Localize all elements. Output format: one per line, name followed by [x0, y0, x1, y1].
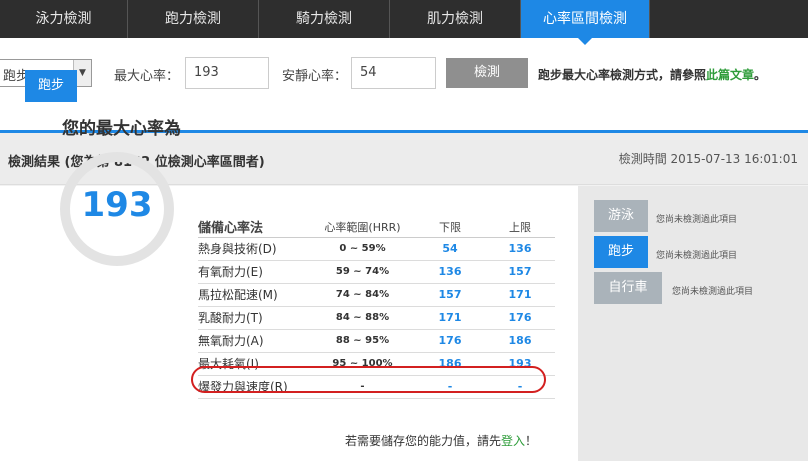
zone-low: 136 [415, 260, 485, 284]
zone-high: 157 [485, 260, 555, 284]
zone-low: 176 [415, 329, 485, 353]
zone-name: 馬拉松配速(M) [198, 283, 310, 307]
max-hr-input[interactable]: 193 [185, 57, 269, 89]
tab-swim-test[interactable]: 泳力檢測 [0, 0, 128, 38]
table-header-row: 儲備心率法 心率範圍(HRR) 下限 上限 [198, 217, 555, 238]
zone-name: 無氧耐力(A) [198, 329, 310, 353]
sport-status-bike: 您尚未檢測過此項目 [672, 287, 754, 297]
input-form: 跑步 ▼ 最大心率： 193 安靜心率： 54 檢測 跑步最大心率檢測方式，請參… [0, 57, 808, 89]
max-hr-value: 193 [81, 185, 153, 225]
tab-bar: 泳力檢測 跑力檢測 騎力檢測 肌力檢測 心率區間檢測 [0, 0, 808, 45]
method-note-end: 。 [754, 68, 767, 82]
sport-status-run: 您尚未檢測過此項目 [656, 251, 738, 261]
zone-high: 176 [485, 306, 555, 330]
login-note: 若需要儲存您的能力值，請先登入！ [345, 432, 537, 449]
article-link[interactable]: 此篇文章 [706, 68, 754, 82]
sport-status-swim: 您尚未檢測過此項目 [656, 215, 738, 225]
zone-name: 熱身與技術(D) [198, 237, 310, 261]
col-range: 心率範圍(HRR) [310, 217, 415, 238]
rest-hr-label: 安靜心率： [282, 69, 348, 84]
zone-low: 157 [415, 283, 485, 307]
table-row: 乳酸耐力(T) 84 ~ 88% 171 176 [198, 306, 555, 330]
zone-range: 84 ~ 88% [310, 306, 415, 330]
check-button[interactable]: 檢測 [446, 58, 528, 88]
table-row: 有氧耐力(E) 59 ~ 74% 136 157 [198, 260, 555, 284]
col-high: 上限 [485, 217, 555, 238]
zone-high: 171 [485, 283, 555, 307]
rest-hr-input[interactable]: 54 [351, 57, 436, 89]
zone-range: 59 ~ 74% [310, 260, 415, 284]
max-hr-heading: 您的最大心率為 [62, 119, 181, 139]
tab-strength-test[interactable]: 肌力檢測 [390, 0, 521, 38]
zone-high: 136 [485, 237, 555, 261]
highlight-oval [191, 366, 546, 393]
login-note-end: ！ [525, 434, 538, 448]
table-row: 熱身與技術(D) 0 ~ 59% 54 136 [198, 237, 555, 261]
tab-heart-rate-zone[interactable]: 心率區間檢測 [521, 0, 650, 45]
login-note-text: 若需要儲存您的能力值，請先 [345, 434, 502, 448]
sport-button-swim[interactable]: 游泳 [594, 200, 648, 232]
zone-low: 171 [415, 306, 485, 330]
method-note-text: 跑步最大心率檢測方式，請參照 [538, 68, 707, 82]
result-time: 檢測時間 2015-07-13 16:01:01 [618, 152, 798, 166]
zone-range: 74 ~ 84% [310, 283, 415, 307]
method-note: 跑步最大心率檢測方式，請參照此篇文章。 [538, 66, 766, 83]
sport-button-bike[interactable]: 自行車 [594, 272, 662, 304]
table-row: 馬拉松配速(M) 74 ~ 84% 157 171 [198, 283, 555, 307]
tab-run-test[interactable]: 跑力檢測 [128, 0, 259, 38]
max-hr-label: 最大心率： [114, 69, 180, 84]
sport-badge: 跑步 [25, 70, 77, 102]
sport-button-run[interactable]: 跑步 [594, 236, 648, 268]
col-method: 儲備心率法 [198, 217, 310, 238]
table-row: 無氧耐力(A) 88 ~ 95% 176 186 [198, 329, 555, 353]
zone-range: 0 ~ 59% [310, 237, 415, 261]
zone-high: 186 [485, 329, 555, 353]
zone-low: 54 [415, 237, 485, 261]
zone-name: 乳酸耐力(T) [198, 306, 310, 330]
login-link[interactable]: 登入 [501, 434, 525, 448]
col-low: 下限 [415, 217, 485, 238]
tab-bike-test[interactable]: 騎力檢測 [259, 0, 390, 38]
zone-name: 有氧耐力(E) [198, 260, 310, 284]
zone-range: 88 ~ 95% [310, 329, 415, 353]
